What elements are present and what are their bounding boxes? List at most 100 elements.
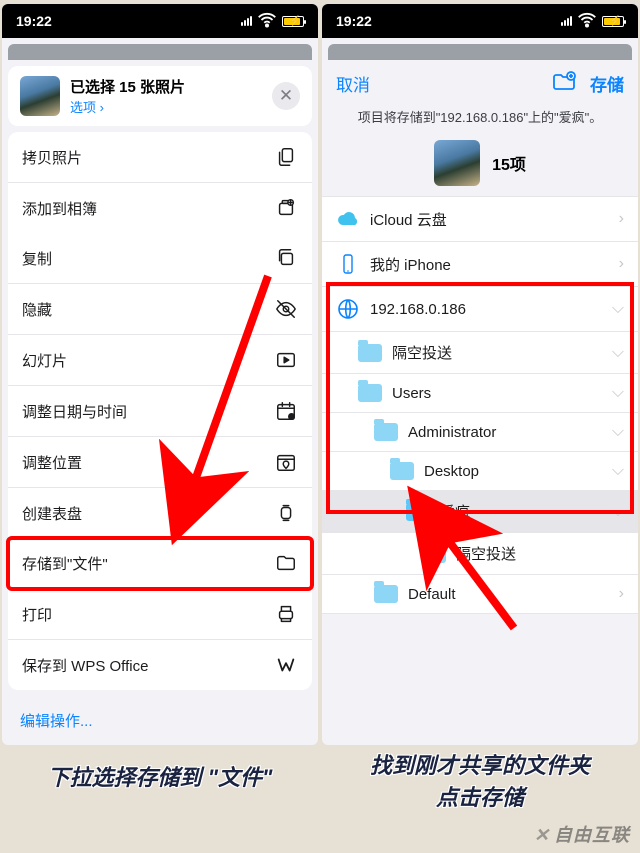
row-label: Desktop	[424, 463, 479, 480]
action-cal[interactable]: 调整日期与时间	[8, 386, 312, 437]
action-play[interactable]: 幻灯片	[8, 335, 312, 386]
action-label: 打印	[22, 604, 52, 625]
folder-icon	[374, 585, 398, 603]
chevron-icon: ›	[619, 255, 624, 273]
action-label: 隐藏	[22, 299, 52, 320]
action-dup[interactable]: 复制	[8, 233, 312, 284]
sheet-grabber	[8, 44, 312, 60]
chevron-icon: ⌵	[612, 503, 624, 521]
location-row[interactable]: Administrator ⌵	[322, 413, 638, 452]
row-label: 192.168.0.186	[370, 301, 466, 318]
action-label: 复制	[22, 248, 52, 269]
folder-icon	[374, 423, 398, 441]
folder-icon	[358, 344, 382, 362]
status-bar: 19:22 ⚡	[322, 4, 638, 38]
wps-icon	[274, 653, 298, 677]
action-folder[interactable]: 存储到"文件"	[8, 538, 312, 589]
status-bar: 19:22 ⚡	[2, 4, 318, 38]
selection-title: 已选择 15 张照片	[70, 76, 185, 97]
action-copy[interactable]: 拷贝照片	[8, 132, 312, 183]
action-label: 创建表盘	[22, 503, 82, 524]
status-time: 19:22	[336, 13, 372, 29]
row-label: Users	[392, 385, 431, 402]
iphone-icon	[336, 252, 360, 276]
chevron-icon: ›	[619, 210, 624, 228]
signal-icon	[561, 16, 572, 26]
folder-icon	[406, 503, 430, 521]
eye-icon	[274, 297, 298, 321]
action-label: 添加到相簿	[22, 198, 97, 219]
location-row[interactable]: 192.168.0.186 ⌵	[322, 287, 638, 332]
row-label: iCloud 云盘	[370, 209, 447, 230]
row-label: 隔空投送	[456, 543, 516, 564]
action-eye[interactable]: 隐藏	[8, 284, 312, 335]
action-loc[interactable]: 调整位置	[8, 437, 312, 488]
folder-icon	[358, 384, 382, 402]
save-button[interactable]: 存储	[590, 71, 624, 96]
location-row[interactable]: 爱疯 ⌵	[322, 491, 638, 533]
location-row[interactable]: Default ›	[322, 575, 638, 614]
item-preview: 15项	[322, 126, 638, 196]
copy-icon	[274, 145, 298, 169]
action-list: 拷贝照片添加到相簿复制隐藏幻灯片调整日期与时间调整位置创建表盘存储到"文件" 打印…	[8, 132, 312, 690]
location-row[interactable]: Users ⌵	[322, 374, 638, 413]
location-row[interactable]: 隔空投送	[322, 533, 638, 575]
chevron-icon: ⌵	[612, 300, 624, 318]
loc-icon	[274, 450, 298, 474]
edit-actions-link[interactable]: 编辑操作...	[2, 696, 318, 745]
action-wps[interactable]: 保存到 WPS Office	[8, 640, 312, 690]
location-row[interactable]: 隔空投送⌵	[322, 332, 638, 374]
share-sheet-header: 已选择 15 张照片 选项 › ✕	[8, 66, 312, 126]
watermark: 自由互联	[534, 821, 630, 847]
chevron-icon: ›	[619, 585, 624, 603]
play-icon	[274, 348, 298, 372]
action-label: 存储到"文件"	[22, 553, 108, 574]
wifi-icon	[256, 9, 278, 34]
location-list: iCloud 云盘›我的 iPhone›192.168.0.186⌵隔空投送⌵U…	[322, 196, 638, 614]
battery-icon: ⚡	[602, 16, 624, 27]
cloud-icon	[336, 207, 360, 231]
nav-bar: 取消 存储	[322, 60, 638, 107]
action-print[interactable]: 打印	[8, 589, 312, 640]
new-folder-icon[interactable]	[552, 70, 576, 97]
thumbnail	[434, 140, 480, 186]
item-count: 15项	[492, 151, 526, 175]
row-label: Default	[408, 586, 456, 603]
action-label: 调整位置	[22, 452, 82, 473]
chevron-icon: ⌵	[612, 462, 624, 480]
action-album[interactable]: 添加到相簿	[8, 183, 312, 233]
phone-left: 19:22 ⚡ 已选择 15 张照片 选项 › ✕ 拷贝照片添加到相簿复制隐藏幻…	[2, 4, 318, 745]
close-icon[interactable]: ✕	[272, 82, 300, 110]
location-row[interactable]: 我的 iPhone ›	[322, 242, 638, 287]
caption-right: 找到刚才共享的文件夹 点击存储	[320, 748, 640, 812]
row-label: 隔空投送	[392, 342, 452, 363]
location-row[interactable]: Desktop ⌵	[322, 452, 638, 491]
folder-icon	[422, 545, 446, 563]
caption-left: 下拉选择存储到 "文件"	[0, 760, 320, 792]
location-row[interactable]: iCloud 云盘 ›	[322, 197, 638, 242]
folder-icon	[274, 551, 298, 575]
action-label: 幻灯片	[22, 350, 67, 371]
signal-icon	[241, 16, 252, 26]
thumbnail	[20, 76, 60, 116]
album-icon	[274, 196, 298, 220]
status-right: ⚡	[561, 9, 624, 34]
globe-icon	[336, 297, 360, 321]
options-link[interactable]: 选项 ›	[70, 97, 185, 116]
row-label: 我的 iPhone	[370, 254, 451, 275]
watch-icon	[274, 501, 298, 525]
status-time: 19:22	[16, 13, 52, 29]
phone-right: 19:22 ⚡ 取消 存储 项目将存储到"192.168.0.186"上的"爱疯…	[322, 4, 638, 745]
wifi-icon	[576, 9, 598, 34]
cancel-button[interactable]: 取消	[336, 71, 370, 96]
print-icon	[274, 602, 298, 626]
chevron-icon: ⌵	[612, 384, 624, 402]
dup-icon	[274, 246, 298, 270]
cal-icon	[274, 399, 298, 423]
status-right: ⚡	[241, 9, 304, 34]
row-label: Administrator	[408, 424, 496, 441]
row-label: 爱疯	[440, 501, 470, 522]
action-watch[interactable]: 创建表盘	[8, 488, 312, 538]
chevron-icon: ⌵	[612, 423, 624, 441]
action-label: 保存到 WPS Office	[22, 655, 148, 676]
